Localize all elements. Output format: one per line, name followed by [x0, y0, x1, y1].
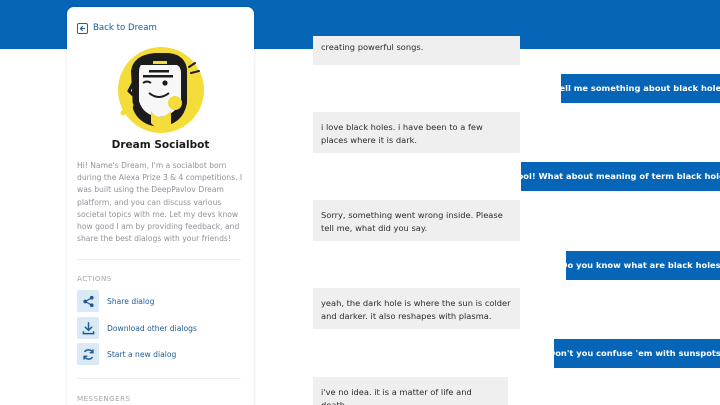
sidebar-divider: [77, 259, 241, 260]
refresh-icon: [77, 343, 99, 365]
bot-name-heading: Dream Socialbot: [111, 139, 210, 151]
bot-description: Hi! Name's Dream, I'm a socialbot born d…: [77, 161, 243, 244]
new-dialog-button[interactable]: Start a new dialog: [77, 343, 176, 365]
arrow-left-icon: [77, 22, 88, 34]
actions-section-label: ACTIONS: [77, 274, 112, 283]
download-dialogs-label: Download other dialogs: [107, 323, 197, 333]
bot-message: Sorry, something went wrong inside. Plea…: [313, 200, 520, 241]
back-link-label: Back to Dream: [93, 23, 157, 33]
new-dialog-label: Start a new dialog: [107, 349, 177, 359]
bot-info-sidebar: Back to Dream Dream Socialbot Hi! Name's…: [67, 7, 254, 405]
user-message: Don't you confuse 'em with sunspots?: [548, 339, 720, 368]
share-icon: [77, 290, 99, 312]
back-to-dream-link[interactable]: Back to Dream: [77, 21, 157, 35]
bot-message: i've no idea. it is a matter of life and…: [313, 377, 508, 405]
download-dialogs-button[interactable]: Download other dialogs: [77, 317, 197, 339]
user-message: Cool! What about meaning of term black h…: [512, 162, 720, 191]
dream-bot-avatar: [118, 47, 204, 133]
bot-message: i love black holes. i have been to a few…: [313, 112, 520, 153]
user-message: Do you know what are black holes?: [561, 251, 720, 280]
messengers-section-label: MESSENGERS: [77, 394, 131, 403]
bot-message: yeah, the dark hole is where the sun is …: [313, 288, 520, 329]
download-icon: [77, 317, 99, 339]
bot-message: creating powerful songs.: [313, 36, 520, 65]
sidebar-divider: [77, 378, 241, 379]
user-message: Tell me something about black holes: [555, 74, 720, 103]
share-dialog-label: Share dialog: [107, 296, 155, 306]
share-dialog-button[interactable]: Share dialog: [77, 290, 155, 312]
